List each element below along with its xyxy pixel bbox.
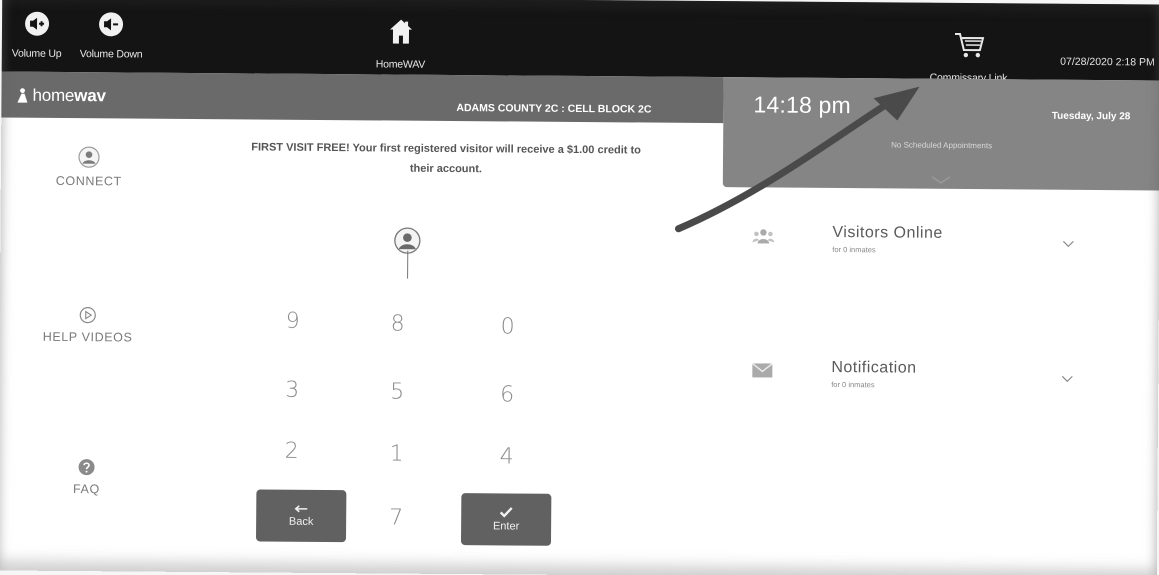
nav-help-videos[interactable]: HELP VIDEOS [0,305,176,344]
homewav-logo: home wav [15,85,106,107]
question-icon [78,459,95,476]
appointments-status: No Scheduled Appointments [891,140,993,151]
keypad-key[interactable]: 8 [368,303,428,343]
cart-icon [953,31,985,59]
enter-label: Enter [492,520,520,533]
chevron-down-icon[interactable] [930,175,952,185]
volume-down-label: Volume Down [79,48,143,61]
app-header: home wav ADAMS COUNTY 2C : CELL BLOCK 2C [1,71,724,124]
promo-line-2: their account. [409,162,483,176]
keypad-key[interactable]: 9 [263,301,323,341]
envelope-icon [751,362,773,378]
promo-message: FIRST VISIT FREE! Your first registered … [175,137,717,181]
clock-time: 14:18 pm [753,91,852,119]
system-bar: Volume Up Volume Down HomeWAV Commissary… [1,0,1159,84]
keypad-key[interactable]: 7 [366,497,426,537]
nav-faq-label: FAQ [72,482,100,497]
keypad-key[interactable]: 6 [477,374,537,414]
visitors-online-row[interactable]: Visitors Online for 0 inmates [752,223,1092,286]
arrow-left-icon [294,504,308,512]
homewav-screen: Volume Up Volume Down HomeWAV Commissary… [0,0,1159,575]
home-button[interactable]: HomeWAV [375,18,426,71]
volume-up-label: Volume Up [11,47,62,60]
keypad-key[interactable]: 1 [367,433,427,473]
keypad-key[interactable]: 4 [477,436,537,476]
volume-down-button[interactable]: Volume Down [79,12,143,61]
system-datetime: 07/28/2020 2:18 PM [1060,55,1155,69]
nav-connect[interactable]: CONNECT [1,145,177,188]
nav-connect-label: CONNECT [55,173,122,189]
chevron-down-icon[interactable] [1061,375,1073,383]
keypad-key[interactable]: 3 [262,370,322,410]
promo-line-1: FIRST VISIT FREE! Your first registered … [251,141,641,157]
keypad-key[interactable]: 5 [367,371,427,411]
volume-up-icon [24,11,49,36]
clock-panel[interactable]: 14:18 pm Tuesday, July 28 No Scheduled A… [722,77,1159,191]
visitors-title: Visitors Online [832,223,943,242]
visitors-sub: for 0 inmates [832,244,876,255]
home-icon [389,18,413,44]
keypad-key[interactable]: 0 [478,306,538,346]
logo-prefix: home [32,85,75,106]
check-icon [499,507,513,518]
notification-title: Notification [831,358,917,377]
commissary-link-button[interactable]: Commissary Link [930,31,1008,85]
volume-up-button[interactable]: Volume Up [11,11,62,60]
user-icon [78,146,100,168]
home-label: HomeWAV [375,58,426,71]
enter-button[interactable]: Enter [460,493,552,546]
facility-label: ADAMS COUNTY 2C : CELL BLOCK 2C [456,102,652,116]
volume-down-icon [99,12,124,37]
logo-figure-icon [17,88,28,103]
nav-help-label: HELP VIDEOS [42,329,133,345]
users-icon [752,229,775,244]
notification-row[interactable]: Notification for 0 inmates [751,358,1091,421]
nav-faq[interactable]: FAQ [0,457,175,496]
notification-sub: for 0 inmates [831,379,875,390]
play-icon [79,307,96,324]
back-label: Back [288,515,314,528]
keypad-key[interactable]: 2 [262,431,322,471]
logo-bold: wav [74,86,106,106]
back-button[interactable]: Back [255,489,347,543]
pin-cursor [407,250,409,279]
clock-date: Tuesday, July 28 [1051,110,1131,123]
chevron-down-icon[interactable] [1062,240,1074,248]
